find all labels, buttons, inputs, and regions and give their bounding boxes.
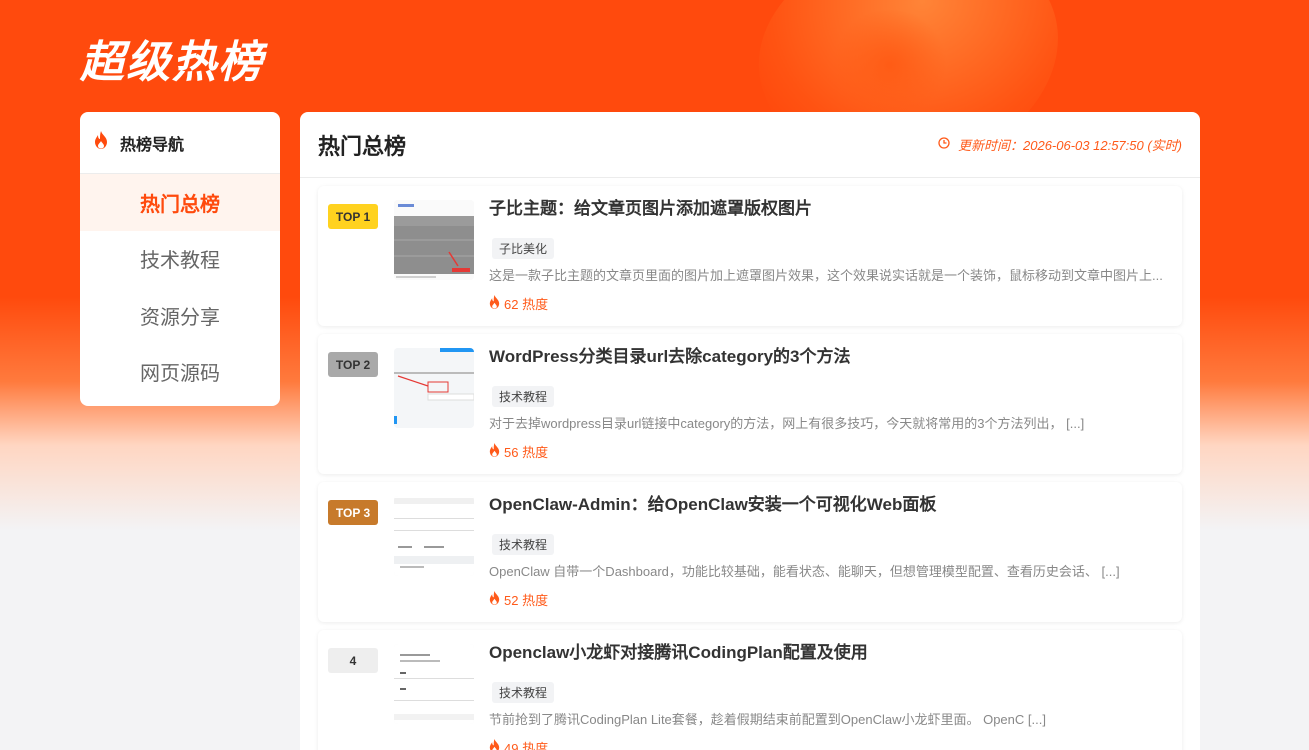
update-time-text: 更新时间：2026-06-03 12:57:50 (实时) bbox=[958, 138, 1182, 153]
article-heat-value: 52 热度 bbox=[504, 593, 549, 608]
article-tag[interactable]: 技术教程 bbox=[492, 534, 555, 555]
sidebar-item-tech-tutorial[interactable]: 技术教程 bbox=[80, 231, 280, 288]
article-tag[interactable]: 子比美化 bbox=[492, 238, 555, 259]
fire-icon bbox=[489, 591, 500, 608]
article-info: OpenClaw-Admin：给OpenClaw安装一个可视化Web面板 技术教… bbox=[489, 492, 1168, 609]
rank-badge: 4 bbox=[328, 648, 378, 673]
rank-badge: TOP 3 bbox=[328, 500, 378, 525]
sidebar-item-label: 技术教程 bbox=[140, 250, 220, 273]
article-info: 子比主题：给文章页图片添加遮罩版权图片 子比美化 这是一款子比主题的文章页里面的… bbox=[489, 196, 1168, 313]
update-time: 更新时间：2026-06-03 12:57:50 (实时) bbox=[938, 135, 1182, 154]
article-card[interactable]: TOP 2 WordPress分类目录url去除category的3个方法 技术 bbox=[318, 334, 1182, 474]
article-excerpt: 节前抢到了腾讯CodingPlan Lite套餐，趁着假期结束前配置到OpenC… bbox=[489, 712, 1046, 727]
article-title[interactable]: Openclaw小龙虾对接腾讯CodingPlan配置及使用 bbox=[489, 640, 1168, 666]
fire-icon bbox=[489, 739, 500, 750]
clock-icon bbox=[938, 137, 950, 152]
sidebar-item-resource-share[interactable]: 资源分享 bbox=[80, 287, 280, 344]
sidebar-item-label: 资源分享 bbox=[140, 306, 220, 329]
article-tag[interactable]: 技术教程 bbox=[492, 386, 555, 407]
article-card[interactable]: TOP 1 子比主题：给文章页图片添加遮罩版权图片 子比美化 这是一款子比主题的… bbox=[318, 186, 1182, 326]
article-heat-value: 62 热度 bbox=[504, 297, 549, 312]
sidebar-item-label: 网页源码 bbox=[140, 363, 220, 386]
article-heat: 62 热度 bbox=[489, 294, 1168, 313]
article-list: TOP 1 子比主题：给文章页图片添加遮罩版权图片 子比美化 这是一款子比主题的… bbox=[300, 178, 1200, 750]
site-logo-title[interactable]: 超级热榜 bbox=[80, 26, 264, 90]
fire-icon bbox=[489, 295, 500, 312]
article-thumbnail[interactable] bbox=[394, 644, 474, 724]
fire-icon bbox=[489, 443, 500, 460]
rank-badge: TOP 2 bbox=[328, 352, 378, 377]
article-title[interactable]: OpenClaw-Admin：给OpenClaw安装一个可视化Web面板 bbox=[489, 492, 1168, 518]
article-excerpt: 这是一款子比主题的文章页里面的图片加上遮罩图片效果，这个效果说实话就是一个装饰，… bbox=[489, 268, 1163, 283]
fire-icon bbox=[94, 131, 108, 154]
article-heat: 52 热度 bbox=[489, 590, 1168, 609]
article-tag[interactable]: 技术教程 bbox=[492, 682, 555, 703]
sidebar-item-web-source[interactable]: 网页源码 bbox=[80, 344, 280, 401]
sidebar-item-label: 热门总榜 bbox=[140, 193, 220, 216]
main-header: 热门总榜 更新时间：2026-06-03 12:57:50 (实时) bbox=[300, 112, 1200, 178]
article-heat-value: 49 热度 bbox=[504, 741, 549, 750]
article-heat: 49 热度 bbox=[489, 738, 1168, 750]
rank-badge: TOP 1 bbox=[328, 204, 378, 229]
article-thumbnail[interactable] bbox=[394, 496, 474, 576]
article-thumbnail[interactable] bbox=[394, 348, 474, 428]
page: 超级热榜 热榜导航 热门总榜 技术教程 资源分享 网页源码 热门总榜 更新时间：… bbox=[0, 0, 1309, 750]
main-panel: 热门总榜 更新时间：2026-06-03 12:57:50 (实时) TOP 1 bbox=[300, 112, 1200, 750]
article-heat-value: 56 热度 bbox=[504, 445, 549, 460]
article-title[interactable]: 子比主题：给文章页图片添加遮罩版权图片 bbox=[489, 196, 1168, 222]
article-excerpt: 对于去掉wordpress目录url链接中category的方法，网上有很多技巧… bbox=[489, 416, 1085, 431]
page-title: 热门总榜 bbox=[318, 133, 407, 159]
hero-flame-glow bbox=[830, 10, 950, 120]
article-thumbnail[interactable] bbox=[394, 200, 474, 280]
sidebar-heading-label: 热榜导航 bbox=[120, 136, 185, 154]
article-card[interactable]: 4 Openclaw小龙虾对接腾讯CodingPlan配置及使用 技术教程 节前… bbox=[318, 630, 1182, 750]
sidebar: 热榜导航 热门总榜 技术教程 资源分享 网页源码 bbox=[80, 112, 280, 406]
article-heat: 56 热度 bbox=[489, 442, 1168, 461]
article-info: Openclaw小龙虾对接腾讯CodingPlan配置及使用 技术教程 节前抢到… bbox=[489, 640, 1168, 750]
article-excerpt: OpenClaw 自带一个Dashboard，功能比较基础，能看状态、能聊天，但… bbox=[489, 564, 1120, 579]
sidebar-heading: 热榜导航 bbox=[80, 112, 280, 174]
article-info: WordPress分类目录url去除category的3个方法 技术教程 对于去… bbox=[489, 344, 1168, 461]
sidebar-item-hot-total[interactable]: 热门总榜 bbox=[80, 174, 280, 231]
article-title[interactable]: WordPress分类目录url去除category的3个方法 bbox=[489, 344, 1168, 370]
article-card[interactable]: TOP 3 OpenClaw-Admin：给OpenClaw安装一个可视化Web… bbox=[318, 482, 1182, 622]
